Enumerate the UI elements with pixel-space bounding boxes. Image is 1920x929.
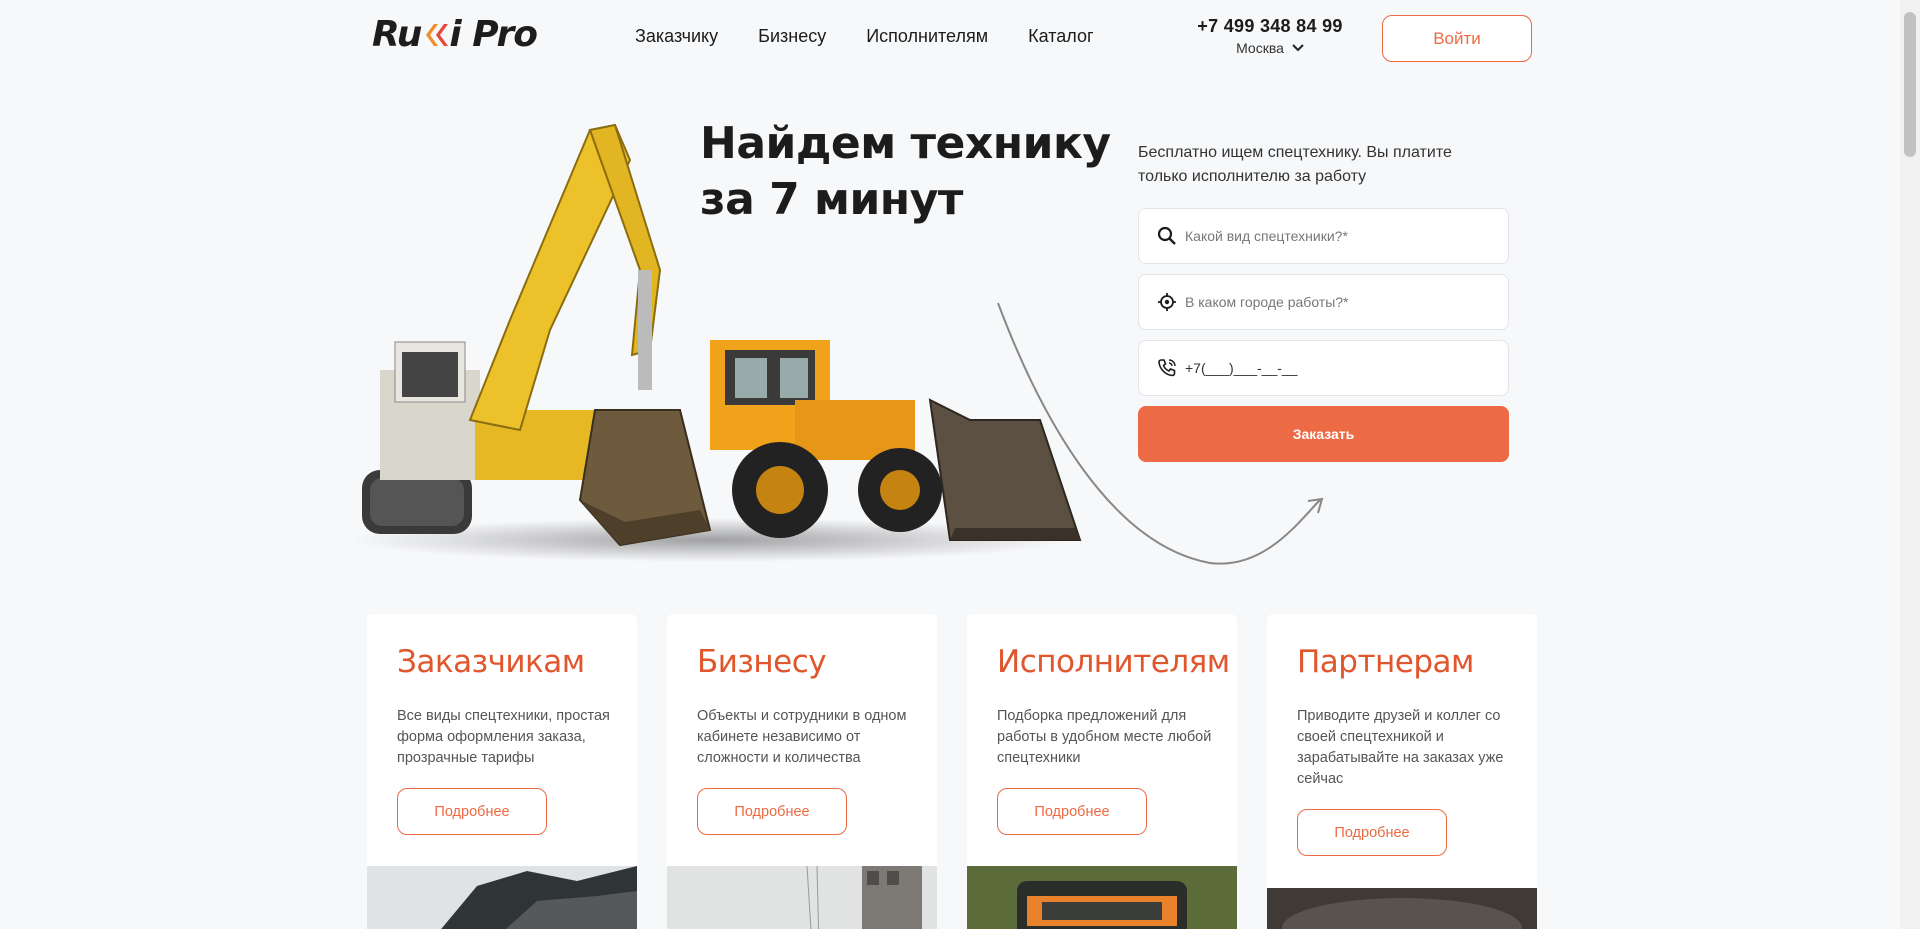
card-text: Объекты и сотрудники в одном кабинете не… bbox=[697, 708, 907, 766]
card-image bbox=[1267, 888, 1537, 929]
card-text: Подборка предложений для работы в удобно… bbox=[997, 708, 1212, 766]
order-form: Заказать bbox=[1138, 208, 1509, 462]
nav-item-contractors[interactable]: Исполнителям bbox=[866, 26, 988, 47]
city-field[interactable] bbox=[1138, 274, 1509, 330]
hero-subtitle: Бесплатно ищем спецтехнику. Вы платите т… bbox=[1138, 144, 1452, 185]
card-title: Заказчикам bbox=[397, 644, 585, 680]
city-selector[interactable]: Москва bbox=[1190, 40, 1350, 56]
hero-title-line2: за 7 минут bbox=[700, 174, 963, 225]
card-image bbox=[667, 866, 937, 929]
hero-title: Найдем технику за 7 минут bbox=[700, 116, 1111, 228]
phone-input[interactable] bbox=[1185, 360, 1475, 376]
card-customers: Заказчикам Все виды спецтехники, простая… bbox=[367, 614, 637, 929]
page-scrollbar[interactable] bbox=[1900, 0, 1920, 929]
hero-title-line1: Найдем технику bbox=[700, 118, 1111, 169]
nav-item-catalog[interactable]: Каталог bbox=[1028, 26, 1093, 47]
contact-block: +7 499 348 84 99 Москва bbox=[1190, 16, 1350, 56]
card-title: Исполнителям bbox=[997, 644, 1230, 680]
card-title: Партнерам bbox=[1297, 644, 1474, 680]
city-label: Москва bbox=[1236, 40, 1284, 56]
nav-item-customer[interactable]: Заказчику bbox=[635, 26, 718, 47]
audience-cards: Заказчикам Все виды спецтехники, простая… bbox=[367, 614, 1537, 929]
more-button[interactable]: Подробнее bbox=[1297, 809, 1447, 856]
order-button[interactable]: Заказать bbox=[1138, 406, 1509, 462]
phone-field[interactable] bbox=[1138, 340, 1509, 396]
city-input[interactable] bbox=[1185, 294, 1475, 310]
login-button[interactable]: Войти bbox=[1382, 15, 1532, 62]
card-contractors: Исполнителям Подборка предложений для ра… bbox=[967, 614, 1237, 929]
more-button[interactable]: Подробнее bbox=[997, 788, 1147, 835]
phone-number[interactable]: +7 499 348 84 99 bbox=[1190, 16, 1350, 37]
card-text: Все виды спецтехники, простая форма офор… bbox=[397, 708, 610, 766]
card-business: Бизнесу Объекты и сотрудники в одном каб… bbox=[667, 614, 937, 929]
more-button[interactable]: Подробнее bbox=[697, 788, 847, 835]
equipment-type-input[interactable] bbox=[1185, 228, 1475, 244]
main-nav: Заказчику Бизнесу Исполнителям Каталог bbox=[635, 26, 1094, 47]
equipment-type-field[interactable] bbox=[1138, 208, 1509, 264]
card-partners: Партнерам Приводите друзей и коллег со с… bbox=[1267, 614, 1537, 929]
card-title: Бизнесу bbox=[697, 644, 827, 680]
logo-arrows-icon bbox=[422, 20, 449, 50]
nav-item-business[interactable]: Бизнесу bbox=[758, 26, 826, 47]
more-button[interactable]: Подробнее bbox=[397, 788, 547, 835]
card-image bbox=[967, 866, 1237, 929]
site-header: Ru i Pro Заказчику Бизнесу Исполнителям К… bbox=[0, 0, 1900, 78]
scrollbar-thumb[interactable] bbox=[1904, 12, 1916, 157]
card-text: Приводите друзей и коллег со своей спецт… bbox=[1297, 708, 1504, 787]
chevron-down-icon bbox=[1292, 44, 1304, 52]
card-image bbox=[367, 866, 637, 929]
logo[interactable]: Ru i Pro bbox=[372, 14, 538, 55]
